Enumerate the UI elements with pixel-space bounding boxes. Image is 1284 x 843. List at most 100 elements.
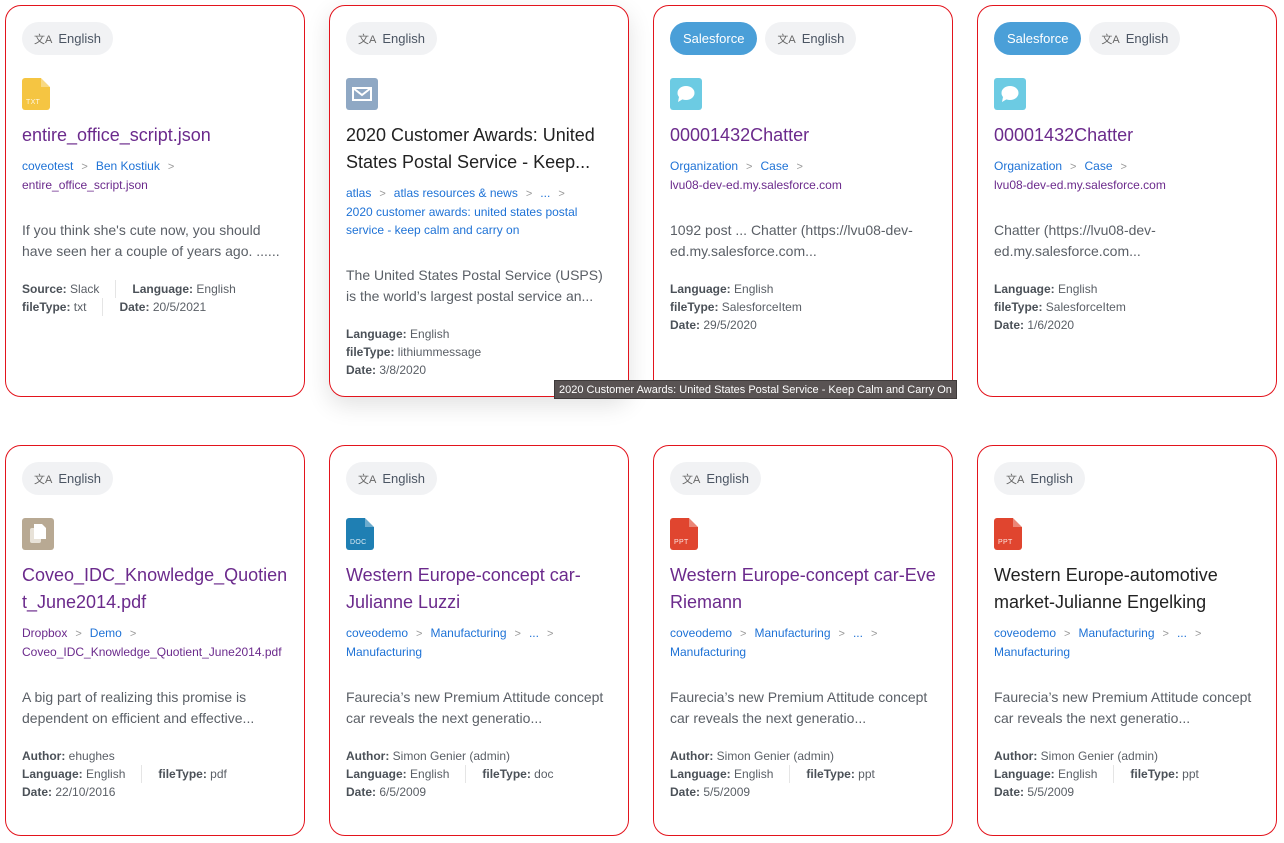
result-excerpt: A big part of realizing this promise is … (22, 689, 255, 726)
txt-file-icon: TXT (22, 78, 54, 110)
result-title-link[interactable]: 00001432Chatter (994, 122, 1260, 149)
breadcrumb-item[interactable]: Manufacturing (430, 626, 506, 640)
field-language: Language: English (994, 767, 1098, 781)
breadcrumb-item[interactable]: entire_office_script.json (22, 178, 148, 192)
result-title-link[interactable]: entire_office_script.json (22, 122, 288, 149)
chevron-right-icon: > (81, 161, 88, 173)
result-excerpt: The United States Postal Service (USPS) … (346, 267, 603, 304)
language-badge: 文A English (1089, 22, 1181, 55)
breadcrumb: coveotest > Ben Kostiuk > entire_office_scr… (22, 157, 288, 194)
field-filetype: fileType: ppt (806, 767, 875, 781)
field-filetype: fileType: doc (482, 767, 554, 781)
translate-icon: 文A (34, 473, 53, 486)
breadcrumb: coveodemo > Manufacturing >... > Manufacturi… (994, 624, 1260, 661)
field-filetype: fileType: SalesforceItem (670, 300, 802, 314)
ppt-file-icon: PPT (994, 518, 1026, 550)
breadcrumb-item[interactable]: Manufacturing (1078, 626, 1154, 640)
breadcrumb-item[interactable]: Demo (90, 626, 122, 640)
field-date: Date: 1/6/2020 (994, 318, 1075, 332)
breadcrumb-ellipsis[interactable]: ... (853, 626, 863, 640)
result-title-link[interactable]: Western Europe-concept car-Eve Riemann (670, 562, 936, 616)
result-title-link[interactable]: Western Europe-concept car-Julianne Luzz… (346, 562, 612, 616)
result-fields: Language: English fileType: lithiummessa… (346, 325, 612, 379)
badges: 文A English (346, 462, 612, 495)
breadcrumb-ellipsis[interactable]: ... (529, 626, 539, 640)
breadcrumb-ellipsis[interactable]: ... (540, 186, 550, 200)
chat-bubble-icon (994, 78, 1026, 110)
result-card[interactable]: 文A English 2020 Customer Awards: United S… (329, 5, 629, 397)
badges: 文A English (346, 22, 612, 55)
result-card[interactable]: 文A English TXT entire_office_script.json … (5, 5, 305, 397)
breadcrumb-item[interactable]: Case (760, 159, 788, 173)
result-card[interactable]: 文A English Coveo_IDC_Knowledge_Quotient_J… (5, 445, 305, 836)
breadcrumb-item[interactable]: 2020 customer awards: united states post… (346, 205, 577, 237)
translate-icon: 文A (34, 33, 53, 46)
field-date: Date: 6/5/2009 (346, 785, 427, 799)
chevron-right-icon: > (379, 188, 386, 200)
translate-icon: 文A (358, 473, 377, 486)
result-title-link[interactable]: Western Europe-automotive market-Juliann… (994, 562, 1260, 616)
field-filetype: fileType: ppt (1130, 767, 1199, 781)
language-badge: 文A English (22, 22, 113, 55)
chevron-right-icon: > (558, 188, 565, 200)
breadcrumb-item[interactable]: coveotest (22, 159, 73, 173)
result-card[interactable]: 文A English DOC Western Europe-concept car… (329, 445, 629, 836)
translate-icon: 文A (777, 33, 796, 46)
result-excerpt: Chatter (https://lvu08-dev-ed.my.salesfo… (994, 222, 1156, 259)
results-grid: 文A English TXT entire_office_script.json … (5, 5, 1277, 836)
translate-icon: 文A (1101, 33, 1120, 46)
field-date: Date: 20/5/2021 (119, 300, 207, 314)
field-filetype: fileType: SalesforceItem (994, 300, 1126, 314)
breadcrumb: Dropbox > Demo > Coveo_IDC_Knowledge_Quotie… (22, 624, 288, 661)
field-date: Date: 3/8/2020 (346, 363, 427, 377)
breadcrumb-item[interactable]: Organization (994, 159, 1062, 173)
field-date: Date: 5/5/2009 (994, 785, 1075, 799)
breadcrumb-item[interactable]: lvu08-dev-ed.my.salesforce.com (670, 178, 842, 192)
chevron-right-icon: > (1194, 628, 1202, 640)
translate-icon: 文A (1006, 473, 1025, 486)
result-excerpt: 1092 post ... Chatter (https://lvu08-dev… (670, 222, 913, 259)
breadcrumb-item[interactable]: Ben Kostiuk (96, 159, 160, 173)
breadcrumb-item[interactable]: Manufacturing (754, 626, 830, 640)
breadcrumb-item[interactable]: Organization (670, 159, 738, 173)
language-badge: 文A English (765, 22, 857, 55)
result-card[interactable]: Salesforce 文A English 00001432Chatter Org… (977, 5, 1277, 397)
field-date: Date: 5/5/2009 (670, 785, 751, 799)
breadcrumb-item[interactable]: Coveo_IDC_Knowledge_Quotient_June2014.pd… (22, 645, 282, 659)
chevron-right-icon: > (167, 161, 175, 173)
chevron-right-icon: > (1064, 628, 1071, 640)
breadcrumb-item[interactable]: Manufacturing (670, 645, 746, 659)
field-language: Language: English (132, 282, 236, 296)
language-badge: 文A English (346, 462, 437, 495)
result-title-link[interactable]: Coveo_IDC_Knowledge_Quotient_June2014.pd… (22, 562, 288, 616)
breadcrumb-item[interactable]: coveodemo (994, 626, 1056, 640)
field-source: Source: Slack (22, 282, 100, 296)
breadcrumb-item[interactable]: Dropbox (22, 626, 67, 640)
result-fields: Source: Slack Language: English fileType:… (22, 280, 288, 316)
breadcrumb: Organization > Case > lvu08-dev-ed.my.sales… (670, 157, 936, 194)
breadcrumb-item[interactable]: coveodemo (346, 626, 408, 640)
chevron-right-icon: > (514, 628, 521, 640)
breadcrumb-item[interactable]: Manufacturing (994, 645, 1070, 659)
result-card[interactable]: 文A English PPT Western Europe-concept car… (653, 445, 953, 836)
chevron-right-icon: > (1162, 628, 1169, 640)
field-filetype: fileType: txt (22, 300, 87, 314)
breadcrumb-item[interactable]: coveodemo (670, 626, 732, 640)
breadcrumb-item[interactable]: atlas (346, 186, 371, 200)
breadcrumb-ellipsis[interactable]: ... (1177, 626, 1187, 640)
badges: 文A English (22, 22, 288, 55)
doc-file-icon: DOC (346, 518, 378, 550)
breadcrumb-item[interactable]: Case (1084, 159, 1112, 173)
result-card[interactable]: 文A English PPT Western Europe-automotive … (977, 445, 1277, 836)
breadcrumb-item[interactable]: atlas resources & news (394, 186, 518, 200)
result-title-link[interactable]: 2020 Customer Awards: United States Post… (346, 122, 612, 176)
result-title-link[interactable]: 00001432Chatter (670, 122, 936, 149)
result-card[interactable]: Salesforce 文A English 00001432Chatter Org… (653, 5, 953, 397)
badges: 文A English (994, 462, 1260, 495)
breadcrumb-item[interactable]: Manufacturing (346, 645, 422, 659)
translate-icon: 文A (682, 473, 701, 486)
breadcrumb-item[interactable]: lvu08-dev-ed.my.salesforce.com (994, 178, 1166, 192)
ppt-file-icon: PPT (670, 518, 702, 550)
chevron-right-icon: > (525, 188, 533, 200)
result-fields: Language: English fileType: SalesforceIt… (670, 280, 936, 334)
